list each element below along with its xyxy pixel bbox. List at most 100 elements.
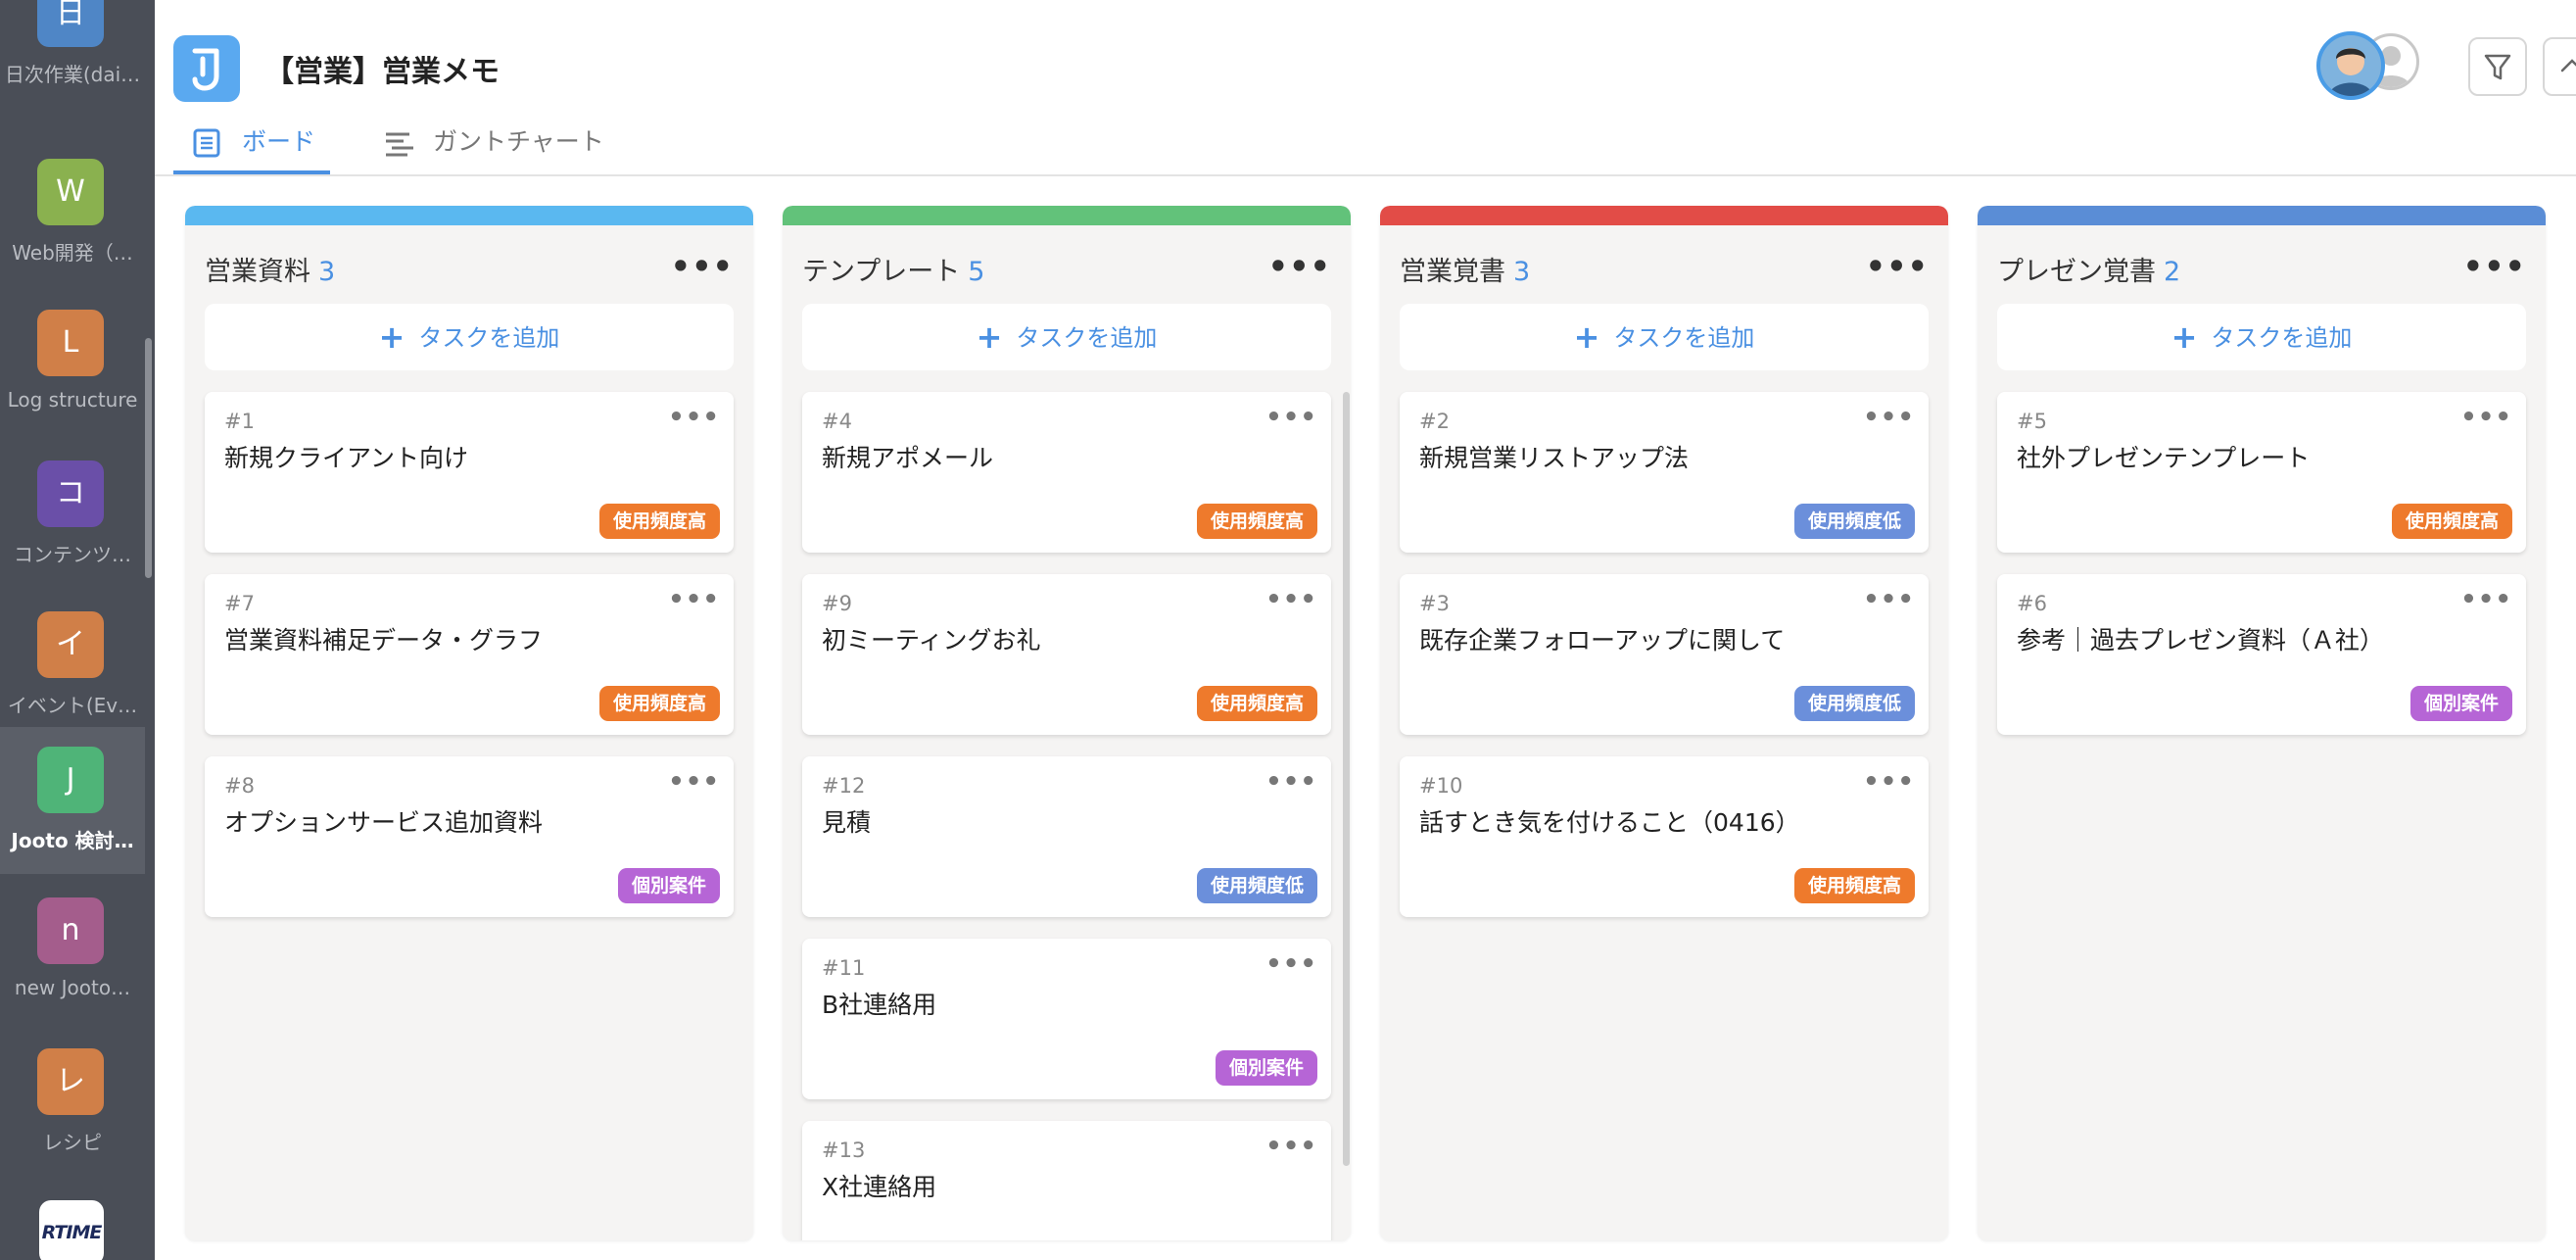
column-title[interactable]: 営業資料 3: [205, 250, 335, 288]
task-id: #12: [822, 774, 866, 798]
add-task-button[interactable]: + タスクを追加: [802, 304, 1331, 370]
user-avatar[interactable]: [2316, 31, 2385, 100]
column-count: 3: [318, 257, 336, 287]
project-avatar-icon: レ: [37, 1048, 104, 1115]
task-tag: 使用頻度低: [1793, 504, 1915, 539]
task-tag: 使用頻度高: [2391, 504, 2512, 539]
card-more-icon[interactable]: •••: [1863, 587, 1915, 612]
task-card[interactable]: #3 ••• 既存企業フォローアップに関して 使用頻度低: [1400, 574, 1929, 735]
gantt-icon: [386, 132, 413, 157]
task-title: B社連絡用: [822, 991, 937, 1019]
card-more-icon[interactable]: •••: [1265, 769, 1317, 795]
board-column: 営業資料 3 ••• + タスクを追加 #1 ••• 新規クライアント向け 使用頻度…: [185, 206, 753, 1240]
card-more-icon[interactable]: •••: [1863, 769, 1915, 795]
tab-gantt-chart[interactable]: ガントチャート: [364, 110, 604, 174]
task-title: オプションサービス追加資料: [224, 808, 544, 837]
task-id: #13: [822, 1139, 866, 1162]
task-tag: 個別案件: [617, 868, 720, 903]
card-more-icon[interactable]: •••: [668, 769, 720, 795]
task-card[interactable]: #9 ••• 初ミーティングお礼 使用頻度高: [802, 574, 1331, 735]
card-more-icon[interactable]: •••: [1265, 405, 1317, 430]
project-avatar-icon: 日: [37, 0, 104, 47]
add-task-button[interactable]: + タスクを追加: [205, 304, 734, 370]
task-id: #10: [1419, 774, 1463, 798]
task-id: #5: [2017, 410, 2047, 433]
sidebar-item-log-structure[interactable]: L Log structure: [0, 290, 145, 437]
task-id: #9: [822, 592, 852, 615]
column-color-bar: [1380, 206, 1948, 225]
task-card[interactable]: #4 ••• 新規アポメール 使用頻度高: [802, 392, 1331, 553]
card-more-icon[interactable]: •••: [1265, 1134, 1317, 1159]
task-tag: 個別案件: [1215, 1050, 1317, 1086]
column-more-icon[interactable]: •••: [2463, 251, 2526, 282]
rtime-logo[interactable]: RTIME: [39, 1200, 104, 1260]
task-title: 参考｜過去プレゼン資料（Ａ社）: [2017, 626, 2385, 654]
plus-icon: +: [378, 318, 405, 356]
column-color-bar: [1978, 206, 2546, 225]
task-card[interactable]: #10 ••• 話すとき気を付けること（0416） 使用頻度高: [1400, 756, 1929, 917]
task-id: #7: [224, 592, 255, 615]
column-title[interactable]: 営業覚書 3: [1400, 250, 1530, 288]
project-avatar-icon: L: [37, 310, 104, 376]
card-more-icon[interactable]: •••: [668, 587, 720, 612]
task-card[interactable]: #6 ••• 参考｜過去プレゼン資料（Ａ社） 個別案件: [1997, 574, 2526, 735]
sidebar-item-jooto[interactable]: J Jooto 検討…: [0, 727, 145, 874]
card-more-icon[interactable]: •••: [2460, 405, 2512, 430]
column-count: 3: [1513, 257, 1531, 287]
column-more-icon[interactable]: •••: [671, 251, 734, 282]
task-title: 新規アポメール: [822, 444, 994, 472]
task-title: 営業資料補足データ・グラフ: [224, 626, 544, 654]
column-title[interactable]: テンプレート 5: [802, 250, 984, 288]
column-scrollbar[interactable]: [1343, 392, 1350, 1166]
task-card[interactable]: #13 ••• X社連絡用: [802, 1121, 1331, 1240]
task-card[interactable]: #1 ••• 新規クライアント向け 使用頻度高: [205, 392, 734, 553]
board-icon: [193, 128, 220, 158]
task-tag: 個別案件: [2409, 686, 2512, 721]
card-more-icon[interactable]: •••: [668, 405, 720, 430]
task-card[interactable]: #5 ••• 社外プレゼンテンプレート 使用頻度高: [1997, 392, 2526, 553]
tab-board[interactable]: ボード: [173, 110, 330, 174]
project-avatar-icon: コ: [37, 460, 104, 527]
card-more-icon[interactable]: •••: [2460, 587, 2512, 612]
task-card[interactable]: #12 ••• 見積 使用頻度低: [802, 756, 1331, 917]
plus-icon: +: [976, 318, 1003, 356]
sidebar-scrollbar[interactable]: [145, 338, 152, 578]
column-count: 5: [968, 257, 985, 287]
add-task-button[interactable]: + タスクを追加: [1400, 304, 1929, 370]
task-tag: 使用頻度高: [1793, 868, 1915, 903]
add-task-button[interactable]: + タスクを追加: [1997, 304, 2526, 370]
task-id: #1: [224, 410, 255, 433]
task-card[interactable]: #8 ••• オプションサービス追加資料 個別案件: [205, 756, 734, 917]
sidebar-item-daily[interactable]: 日 日次作業(dai…: [0, 0, 145, 108]
sidebar-item-label: レシピ: [43, 1131, 102, 1154]
task-card[interactable]: #11 ••• B社連絡用 個別案件: [802, 939, 1331, 1099]
card-more-icon[interactable]: •••: [1265, 587, 1317, 612]
task-card[interactable]: #7 ••• 営業資料補足データ・グラフ 使用頻度高: [205, 574, 734, 735]
task-card[interactable]: #2 ••• 新規営業リストアップ法 使用頻度低: [1400, 392, 1929, 553]
task-title: 新規営業リストアップ法: [1419, 444, 1690, 472]
tab-gantt-label: ガントチャート: [433, 127, 604, 156]
project-avatar-icon: W: [37, 159, 104, 225]
column-title[interactable]: プレゼン覚書 2: [1997, 250, 2180, 288]
task-tag: 使用頻度低: [1793, 686, 1915, 721]
sidebar-item-web[interactable]: W Web開発（…: [0, 139, 145, 286]
sidebar-item-contents[interactable]: コ コンテンツ…: [0, 441, 145, 588]
chevron-up-icon: [2560, 59, 2576, 73]
project-avatar-icon: J: [37, 747, 104, 813]
task-title: 話すとき気を付けること（0416）: [1419, 808, 1800, 837]
column-more-icon[interactable]: •••: [1866, 251, 1929, 282]
collapse-button[interactable]: [2543, 37, 2576, 96]
sidebar-item-new-jooto[interactable]: n new Jooto…: [0, 878, 145, 1025]
task-id: #2: [1419, 410, 1450, 433]
project-avatar-icon: イ: [37, 611, 104, 678]
task-tag: 使用頻度高: [598, 686, 720, 721]
sidebar-item-label: Web開発（…: [12, 241, 133, 265]
sidebar-item-recipe[interactable]: レ レシピ: [0, 1029, 145, 1176]
filter-button[interactable]: [2468, 37, 2527, 96]
jooto-logo-icon[interactable]: [173, 35, 240, 102]
card-more-icon[interactable]: •••: [1265, 951, 1317, 977]
card-more-icon[interactable]: •••: [1863, 405, 1915, 430]
sidebar-item-event[interactable]: イ イベント(Ev…: [0, 592, 145, 739]
column-color-bar: [185, 206, 753, 225]
column-more-icon[interactable]: •••: [1268, 251, 1331, 282]
